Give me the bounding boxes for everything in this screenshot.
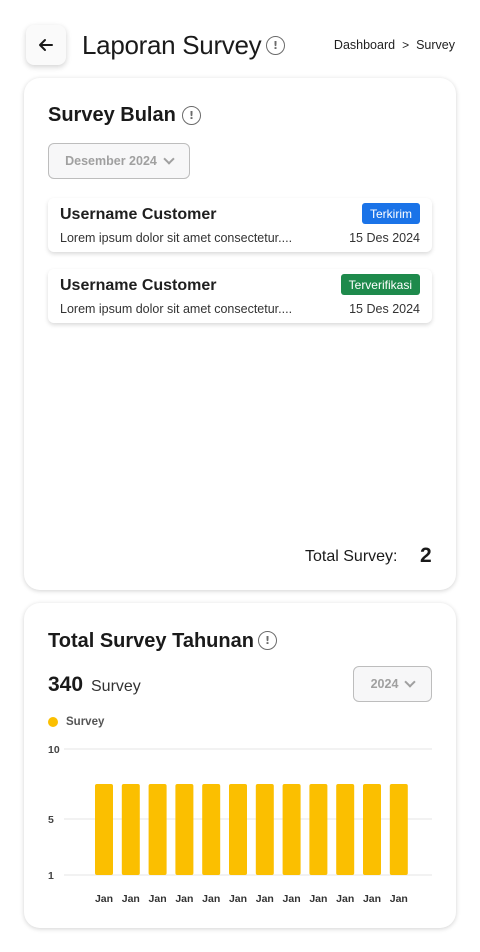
customer-name: Username Customer [60,277,217,294]
page-title: Laporan Survey [82,30,262,60]
bar[interactable] [336,784,355,875]
y-tick-label: 5 [48,814,54,826]
item-date: 15 Des 2024 [349,302,420,316]
x-tick-label: Jan [95,893,113,905]
bar[interactable] [389,784,408,875]
item-description: Lorem ipsum dolor sit amet consectetur..… [60,231,293,245]
x-tick-label: Jan [122,893,140,905]
x-tick-label: Jan [309,893,327,905]
status-badge: Terverifikasi [340,274,420,295]
bar[interactable] [148,784,167,875]
x-tick-label: Jan [363,893,381,905]
total-survey-label: Total Survey: [305,548,398,565]
x-tick-label: Jan [336,893,354,905]
breadcrumb: Dashboard > Survey [334,38,455,52]
item-date: 15 Des 2024 [349,231,420,245]
item-description: Lorem ipsum dolor sit amet consectetur..… [60,302,293,316]
x-tick-label: Jan [229,893,247,905]
breadcrumb-separator: > [402,38,410,52]
back-button[interactable] [26,25,66,65]
y-tick-label: 1 [48,870,54,882]
breadcrumb-dashboard[interactable]: Dashboard [334,38,395,52]
x-tick-label: Jan [283,893,301,905]
x-tick-label: Jan [149,893,167,905]
breadcrumb-survey: Survey [416,38,455,52]
x-tick-label: Jan [202,893,220,905]
month-select[interactable]: Desember 2024 [48,143,190,179]
bar[interactable] [363,784,381,875]
status-badge: Terkirim [362,203,420,224]
x-tick-label: Jan [390,893,408,905]
arrow-left-icon [39,39,53,51]
bar[interactable] [282,784,301,875]
info-icon[interactable]: ! [182,106,201,125]
monthly-survey-card: Survey Bulan ! Desember 2024 Username Cu… [24,78,456,590]
yearly-survey-card: Total Survey Tahunan ! 340 Survey 2024 S… [24,603,456,928]
x-tick-label: Jan [175,893,193,905]
y-tick-label: 10 [48,744,60,756]
customer-name: Username Customer [60,206,217,223]
total-survey-value: 2 [420,544,432,567]
bar[interactable] [229,784,247,875]
bar[interactable] [175,784,194,875]
survey-bar-chart: 10 5 1 Jan Jan Jan Jan Jan Jan Jan Jan Jan Jan Jan Jan [48,744,432,905]
x-tick-label: Jan [256,893,274,905]
list-item[interactable]: Username Customer Terkirim Lorem ipsum d… [48,198,432,252]
card-title: Survey Bulan [48,104,176,126]
bar[interactable] [255,784,274,875]
month-select-value: Desember 2024 [65,154,157,168]
bar[interactable] [309,784,328,875]
bar[interactable] [202,784,221,875]
chevron-down-icon [163,153,175,165]
info-icon[interactable]: ! [266,36,285,55]
bar[interactable] [121,784,140,875]
bar[interactable] [95,784,113,875]
list-item[interactable]: Username Customer Terverifikasi Lorem ip… [48,269,432,323]
